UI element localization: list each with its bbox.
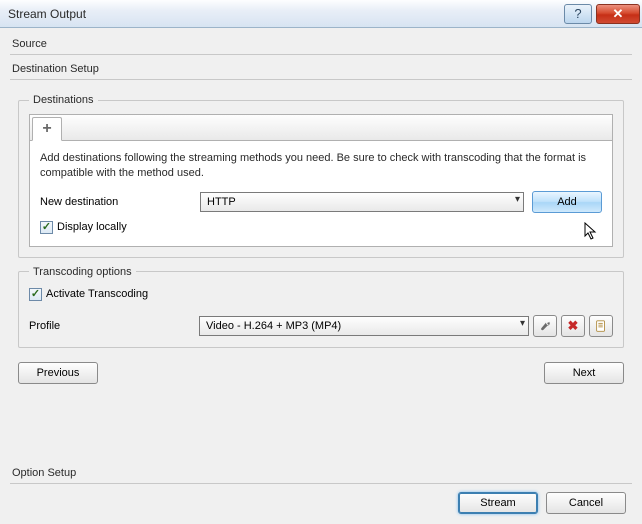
wrench-icon [538, 319, 552, 333]
transcoding-group: Transcoding options Activate Transcoding… [18, 266, 624, 348]
destinations-tabstrip: + [30, 115, 612, 141]
window-title: Stream Output [8, 7, 86, 21]
edit-profile-button[interactable] [533, 315, 557, 337]
stream-button[interactable]: Stream [458, 492, 538, 514]
previous-button[interactable]: Previous [18, 362, 98, 384]
activate-transcoding-label: Activate Transcoding [46, 288, 148, 300]
destinations-instructions: Add destinations following the streaming… [40, 151, 602, 181]
add-button[interactable]: Add [532, 191, 602, 213]
plus-icon: + [42, 120, 51, 138]
activate-transcoding-checkbox[interactable] [29, 288, 42, 301]
next-button[interactable]: Next [544, 362, 624, 384]
profile-label: Profile [29, 320, 199, 332]
section-source[interactable]: Source [10, 34, 632, 55]
new-destination-label: New destination [40, 196, 200, 208]
transcoding-legend: Transcoding options [29, 266, 136, 278]
destination-method-value: HTTP [207, 196, 236, 208]
help-button[interactable]: ? [564, 4, 592, 24]
add-tab-button[interactable]: + [32, 117, 62, 141]
destination-method-select[interactable]: HTTP [200, 192, 524, 212]
section-destination-setup[interactable]: Destination Setup [10, 59, 632, 80]
profile-select[interactable]: Video - H.264 + MP3 (MP4) [199, 316, 529, 336]
delete-profile-button[interactable]: ✖ [561, 315, 585, 337]
section-option-setup[interactable]: Option Setup [10, 463, 632, 484]
display-locally-checkbox[interactable] [40, 221, 53, 234]
destinations-group: Destinations + Add destinations followin… [18, 94, 624, 258]
cancel-button[interactable]: Cancel [546, 492, 626, 514]
destinations-legend: Destinations [29, 94, 98, 106]
display-locally-label: Display locally [57, 221, 127, 233]
new-profile-button[interactable] [589, 315, 613, 337]
close-button[interactable]: ✕ [596, 4, 640, 24]
titlebar: Stream Output ? ✕ [0, 0, 642, 28]
delete-icon: ✖ [568, 318, 579, 334]
help-icon: ? [574, 6, 581, 21]
profile-value: Video - H.264 + MP3 (MP4) [206, 320, 341, 332]
document-icon [594, 319, 608, 333]
close-icon: ✕ [613, 6, 624, 22]
